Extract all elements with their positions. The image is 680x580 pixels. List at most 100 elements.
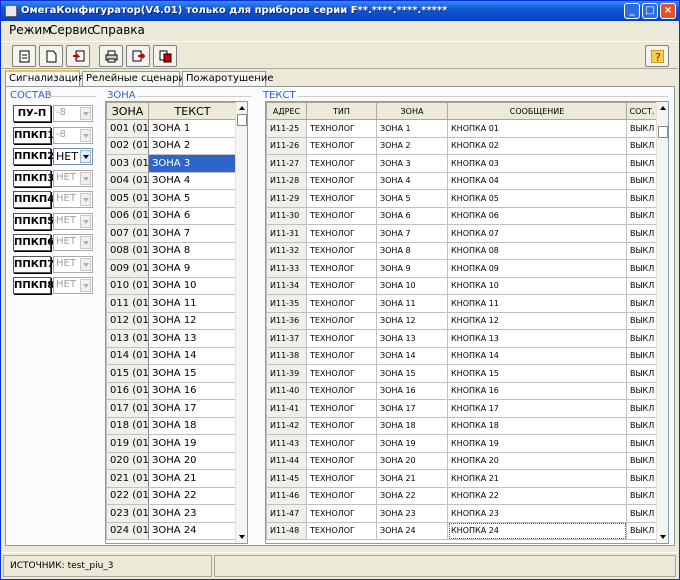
zone-text-cell[interactable]: ЗОНА 17 [148, 399, 237, 418]
message-row[interactable]: И11-39 ТЕХНОЛОГ ЗОНА 15 КНОПКА 15 ВЫКЛ [266, 364, 658, 383]
message-row[interactable]: И11-26 ТЕХНОЛОГ ЗОНА 2 КНОПКА 02 ВЫКЛ [266, 136, 658, 155]
device-count-select[interactable]: НЕТ [53, 191, 93, 208]
menu-mode[interactable]: Режим [9, 23, 51, 37]
state-cell[interactable]: ВЫКЛ [626, 451, 658, 470]
address-cell[interactable]: И11-45 [266, 469, 307, 488]
address-cell[interactable]: И11-48 [266, 521, 307, 540]
zone-cell[interactable]: ЗОНА 3 [376, 154, 448, 173]
state-cell[interactable]: ВЫКЛ [626, 311, 658, 330]
message-row[interactable]: И11-43 ТЕХНОЛОГ ЗОНА 19 КНОПКА 19 ВЫКЛ [266, 434, 658, 453]
zone-row[interactable]: 022 (01)ЗОНА 22 [106, 486, 237, 505]
zone-code-cell[interactable]: 009 (01) [106, 259, 149, 278]
message-row[interactable]: И11-41 ТЕХНОЛОГ ЗОНА 17 КНОПКА 17 ВЫКЛ [266, 399, 658, 418]
address-cell[interactable]: И11-37 [266, 329, 307, 348]
zone-text-cell[interactable]: ЗОНА 23 [148, 504, 237, 523]
state-cell[interactable]: ВЫКЛ [626, 171, 658, 190]
tab-relay-scenarios[interactable]: Релейные сценарии [82, 71, 191, 86]
maximize-button[interactable]: □ [642, 3, 658, 19]
message-row[interactable]: И11-42 ТЕХНОЛОГ ЗОНА 18 КНОПКА 18 ВЫКЛ [266, 416, 658, 435]
zone-text-cell[interactable]: ЗОНА 8 [148, 241, 237, 260]
zone-cell[interactable]: ЗОНА 21 [376, 469, 448, 488]
address-cell[interactable]: И11-36 [266, 311, 307, 330]
zone-cell[interactable]: ЗОНА 7 [376, 224, 448, 243]
menu-service[interactable]: Сервис [49, 23, 94, 37]
state-cell[interactable]: ВЫКЛ [626, 434, 658, 453]
zone-code-cell[interactable]: 015 (01) [106, 364, 149, 383]
message-cell[interactable]: КНОПКА 13 [447, 329, 627, 348]
scroll-thumb[interactable] [658, 126, 668, 138]
zone-row[interactable]: 023 (01)ЗОНА 23 [106, 504, 237, 523]
type-cell[interactable]: ТЕХНОЛОГ [306, 451, 377, 470]
chevron-down-icon[interactable] [80, 171, 91, 185]
message-row[interactable]: И11-33 ТЕХНОЛОГ ЗОНА 9 КНОПКА 09 ВЫКЛ [266, 259, 658, 278]
message-scrollbar[interactable] [656, 102, 668, 543]
zone-code-cell[interactable]: 002 (01) [106, 136, 149, 155]
type-cell[interactable]: ТЕХНОЛОГ [306, 329, 377, 348]
message-cell[interactable]: КНОПКА 20 [447, 451, 627, 470]
state-cell[interactable]: ВЫКЛ [626, 521, 658, 540]
message-cell[interactable]: КНОПКА 24 [447, 521, 627, 540]
message-cell[interactable]: КНОПКА 10 [447, 276, 627, 295]
message-row[interactable]: И11-40 ТЕХНОЛОГ ЗОНА 16 КНОПКА 16 ВЫКЛ [266, 381, 658, 400]
zone-cell[interactable]: ЗОНА 17 [376, 399, 448, 418]
zone-cell[interactable]: ЗОНА 19 [376, 434, 448, 453]
state-column-header[interactable]: СОСТ. [626, 102, 658, 120]
read-from-device-button[interactable] [66, 45, 90, 67]
address-cell[interactable]: И11-26 [266, 136, 307, 155]
zone-code-cell[interactable]: 018 (01) [106, 416, 149, 435]
new-document-button[interactable] [12, 45, 36, 67]
zone-cell[interactable]: ЗОНА 10 [376, 276, 448, 295]
zone-column-header[interactable]: ЗОНА [106, 102, 149, 120]
message-cell[interactable]: КНОПКА 19 [447, 434, 627, 453]
zone-row[interactable]: 020 (01)ЗОНА 20 [106, 451, 237, 470]
message-row[interactable]: И11-38 ТЕХНОЛОГ ЗОНА 14 КНОПКА 14 ВЫКЛ [266, 346, 658, 365]
type-cell[interactable]: ТЕХНОЛОГ [306, 416, 377, 435]
type-cell[interactable]: ТЕХНОЛОГ [306, 521, 377, 540]
message-cell[interactable]: КНОПКА 04 [447, 171, 627, 190]
scroll-down-icon[interactable] [658, 532, 668, 542]
chevron-down-icon[interactable] [80, 107, 91, 120]
zone-cell[interactable]: ЗОНА 4 [376, 171, 448, 190]
zone-row[interactable]: 001 (01)ЗОНА 1 [106, 119, 237, 138]
address-cell[interactable]: И11-43 [266, 434, 307, 453]
message-cell[interactable]: КНОПКА 14 [447, 346, 627, 365]
chevron-down-icon[interactable] [80, 214, 91, 228]
type-cell[interactable]: ТЕХНОЛОГ [306, 171, 377, 190]
state-cell[interactable]: ВЫКЛ [626, 381, 658, 400]
help-button[interactable]: ? [645, 45, 669, 67]
state-cell[interactable]: ВЫКЛ [626, 276, 658, 295]
zone-row[interactable]: 008 (01)ЗОНА 8 [106, 241, 237, 260]
state-cell[interactable]: ВЫКЛ [626, 241, 658, 260]
chevron-down-icon[interactable] [80, 150, 91, 163]
tab-signaling[interactable]: Сигнализация [5, 70, 84, 86]
zone-cell[interactable]: ЗОНА 6 [376, 206, 448, 225]
zone-text-cell[interactable]: ЗОНА 14 [148, 346, 237, 365]
zone-row[interactable]: 021 (01)ЗОНА 21 [106, 469, 237, 488]
zone-text-cell[interactable]: ЗОНА 22 [148, 486, 237, 505]
zone-row[interactable]: 007 (01)ЗОНА 7 [106, 224, 237, 243]
type-cell[interactable]: ТЕХНОЛОГ [306, 399, 377, 418]
zone-code-cell[interactable]: 019 (01) [106, 434, 149, 453]
zone-cell[interactable]: ЗОНА 1 [376, 119, 448, 138]
zone-code-cell[interactable]: 003 (01) [106, 154, 149, 173]
zone-cell[interactable]: ЗОНА 9 [376, 259, 448, 278]
message-row[interactable]: И11-34 ТЕХНОЛОГ ЗОНА 10 КНОПКА 10 ВЫКЛ [266, 276, 658, 295]
message-cell[interactable]: КНОПКА 03 [447, 154, 627, 173]
address-cell[interactable]: И11-32 [266, 241, 307, 260]
zone-code-cell[interactable]: 017 (01) [106, 399, 149, 418]
device-count-select[interactable]: НЕТ [53, 169, 93, 187]
zone-code-cell[interactable]: 012 (01) [106, 311, 149, 330]
minimize-button[interactable]: _ [624, 3, 640, 19]
address-cell[interactable]: И11-34 [266, 276, 307, 295]
zone-code-cell[interactable]: 004 (01) [106, 171, 149, 190]
address-cell[interactable]: И11-31 [266, 224, 307, 243]
address-cell[interactable]: И11-29 [266, 189, 307, 208]
address-cell[interactable]: И11-46 [266, 486, 307, 505]
message-cell[interactable]: КНОПКА 17 [447, 399, 627, 418]
address-cell[interactable]: И11-39 [266, 364, 307, 383]
state-cell[interactable]: ВЫКЛ [626, 136, 658, 155]
zone-row[interactable]: 005 (01)ЗОНА 5 [106, 189, 237, 208]
zone-code-cell[interactable]: 007 (01) [106, 224, 149, 243]
zone-text-cell[interactable]: ЗОНА 16 [148, 381, 237, 400]
scroll-up-icon[interactable] [658, 103, 668, 113]
